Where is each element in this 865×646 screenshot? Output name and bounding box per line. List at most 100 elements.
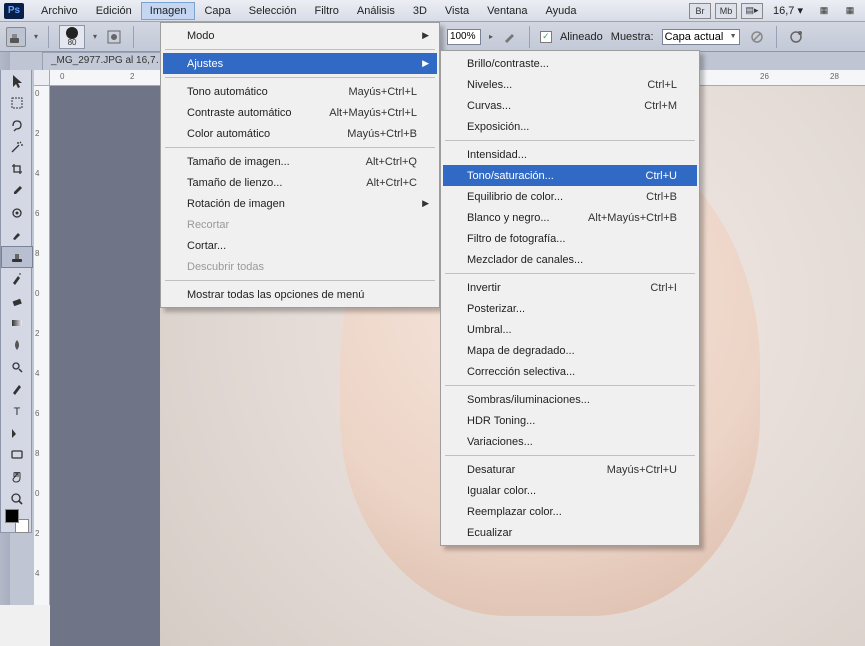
menuitem-igualar-color-[interactable]: Igualar color... (443, 480, 697, 501)
aligned-checkbox[interactable]: ✓ (540, 31, 552, 43)
menuitem-recortar: Recortar (163, 214, 437, 235)
menu-ayuda[interactable]: Ayuda (537, 2, 586, 20)
menu-selección[interactable]: Selección (240, 2, 306, 20)
tool-history[interactable] (1, 268, 33, 290)
menuitem-reemplazar-color-[interactable]: Reemplazar color... (443, 501, 697, 522)
menuitem-mezclador-de-canales-[interactable]: Mezclador de canales... (443, 249, 697, 270)
menuitem-exposici-n-[interactable]: Exposición... (443, 116, 697, 137)
current-tool-icon[interactable] (6, 27, 26, 47)
tool-stamp[interactable] (1, 246, 33, 268)
menuitem-shortcut: Alt+Ctrl+C (366, 177, 417, 189)
menuitem-label: Rotación de imagen (187, 198, 285, 210)
menu-filtro[interactable]: Filtro (305, 2, 347, 20)
menu-bar: Ps ArchivoEdiciónImagenCapaSelecciónFilt… (0, 0, 865, 22)
flow-input[interactable] (447, 29, 481, 45)
zoom-level[interactable]: 16,7 ▾ (767, 4, 809, 17)
tool-eraser[interactable] (1, 290, 33, 312)
color-swatches[interactable] (1, 510, 33, 532)
tool-path[interactable] (1, 422, 33, 444)
menuitem-ecualizar[interactable]: Ecualizar (443, 522, 697, 543)
menuitem-tono-autom-tico[interactable]: Tono automáticoMayús+Ctrl+L (163, 81, 437, 102)
tool-heal[interactable] (1, 202, 33, 224)
menu-capa[interactable]: Capa (195, 2, 239, 20)
toolbox: T (0, 70, 32, 533)
flow-slider-icon[interactable]: ▸ (489, 32, 493, 41)
menuitem-contraste-autom-tico[interactable]: Contraste automáticoAlt+Mayús+Ctrl+L (163, 102, 437, 123)
screen-mode-icon[interactable]: ▤▸ (741, 3, 763, 19)
menuitem-color-autom-tico[interactable]: Color automáticoMayús+Ctrl+B (163, 123, 437, 144)
menu-edición[interactable]: Edición (87, 2, 141, 20)
ruler-origin[interactable] (34, 70, 50, 86)
menuitem-ajustes[interactable]: Ajustes▶ (163, 53, 437, 74)
menuitem-tama-o-de-lienzo-[interactable]: Tamaño de lienzo...Alt+Ctrl+C (163, 172, 437, 193)
brush-panel-icon[interactable] (105, 28, 123, 46)
menu-imagen[interactable]: Imagen (141, 2, 196, 20)
airbrush-icon[interactable] (501, 28, 519, 46)
menuitem-label: Blanco y negro... (467, 212, 550, 224)
menuitem-label: Tono automático (187, 86, 268, 98)
tool-rect[interactable] (1, 444, 33, 466)
menuitem-posterizar-[interactable]: Posterizar... (443, 298, 697, 319)
tool-crop[interactable] (1, 158, 33, 180)
sample-combo[interactable]: Capa actual▼ (662, 29, 740, 45)
tool-blur[interactable] (1, 334, 33, 356)
tool-marquee[interactable] (1, 92, 33, 114)
view-extras-icon[interactable]: ▦ (813, 3, 835, 19)
menuitem-shortcut: Ctrl+L (647, 79, 677, 91)
tool-type[interactable]: T (1, 400, 33, 422)
menuitem-hdr-toning-[interactable]: HDR Toning... (443, 410, 697, 431)
bridge-icon[interactable]: Br (689, 3, 711, 19)
menuitem-curvas-[interactable]: Curvas...Ctrl+M (443, 95, 697, 116)
tool-hand[interactable] (1, 466, 33, 488)
tool-eyedrop[interactable] (1, 180, 33, 202)
menuitem-umbral-[interactable]: Umbral... (443, 319, 697, 340)
menuitem-sombras-iluminaciones-[interactable]: Sombras/iluminaciones... (443, 389, 697, 410)
menu-ventana[interactable]: Ventana (478, 2, 536, 20)
menuitem-rotaci-n-de-imagen[interactable]: Rotación de imagen▶ (163, 193, 437, 214)
tool-dodge[interactable] (1, 356, 33, 378)
menuitem-mostrar-todas-las-opciones-de-men-[interactable]: Mostrar todas las opciones de menú (163, 284, 437, 305)
menuitem-correcci-n-selectiva-[interactable]: Corrección selectiva... (443, 361, 697, 382)
menuitem-label: Contraste automático (187, 107, 292, 119)
tool-zoom[interactable] (1, 488, 33, 510)
menu-archivo[interactable]: Archivo (32, 2, 87, 20)
menuitem-equilibrio-de-color-[interactable]: Equilibrio de color...Ctrl+B (443, 186, 697, 207)
menuitem-filtro-de-fotograf-a-[interactable]: Filtro de fotografía... (443, 228, 697, 249)
tool-gradient[interactable] (1, 312, 33, 334)
menuitem-brillo-contraste-[interactable]: Brillo/contraste... (443, 53, 697, 74)
menuitem-label: Corrección selectiva... (467, 366, 575, 378)
submenu-arrow-icon: ▶ (422, 30, 429, 41)
menuitem-label: Descubrir todas (187, 261, 264, 273)
menuitem-desaturar[interactable]: DesaturarMayús+Ctrl+U (443, 459, 697, 480)
menuitem-label: Sombras/iluminaciones... (467, 394, 590, 406)
tablet-pressure-icon[interactable] (787, 28, 805, 46)
ignore-adjustments-icon[interactable] (748, 28, 766, 46)
tool-pen[interactable] (1, 378, 33, 400)
brush-preset-picker[interactable]: 80 (59, 25, 85, 49)
brush-dropdown-icon[interactable]: ▾ (93, 32, 97, 41)
view-rulers-icon[interactable]: ▦ (839, 3, 861, 19)
menuitem-intensidad-[interactable]: Intensidad... (443, 144, 697, 165)
menu-vista[interactable]: Vista (436, 2, 478, 20)
menuitem-variaciones-[interactable]: Variaciones... (443, 431, 697, 452)
tool-move[interactable] (1, 70, 33, 92)
document-tab[interactable]: _MG_2977.JPG al 16,7… (42, 52, 175, 70)
svg-text:T: T (14, 406, 21, 418)
ruler-vertical[interactable]: 0246802468024 (34, 86, 50, 605)
tool-dropdown-icon[interactable]: ▾ (34, 32, 38, 41)
menu-análisis[interactable]: Análisis (348, 2, 404, 20)
menuitem-mapa-de-degradado-[interactable]: Mapa de degradado... (443, 340, 697, 361)
menuitem-invertir[interactable]: InvertirCtrl+I (443, 277, 697, 298)
menuitem-modo[interactable]: Modo▶ (163, 25, 437, 46)
menuitem-cortar-[interactable]: Cortar... (163, 235, 437, 256)
minibridge-icon[interactable]: Mb (715, 3, 737, 19)
tool-wand[interactable] (1, 136, 33, 158)
menuitem-tama-o-de-imagen-[interactable]: Tamaño de imagen...Alt+Ctrl+Q (163, 151, 437, 172)
menuitem-shortcut: Ctrl+I (650, 282, 677, 294)
tool-lasso[interactable] (1, 114, 33, 136)
menuitem-tono-saturaci-n-[interactable]: Tono/saturación...Ctrl+U (443, 165, 697, 186)
tool-brush[interactable] (1, 224, 33, 246)
menuitem-niveles-[interactable]: Niveles...Ctrl+L (443, 74, 697, 95)
menu-3d[interactable]: 3D (404, 2, 436, 20)
menuitem-blanco-y-negro-[interactable]: Blanco y negro...Alt+Mayús+Ctrl+B (443, 207, 697, 228)
